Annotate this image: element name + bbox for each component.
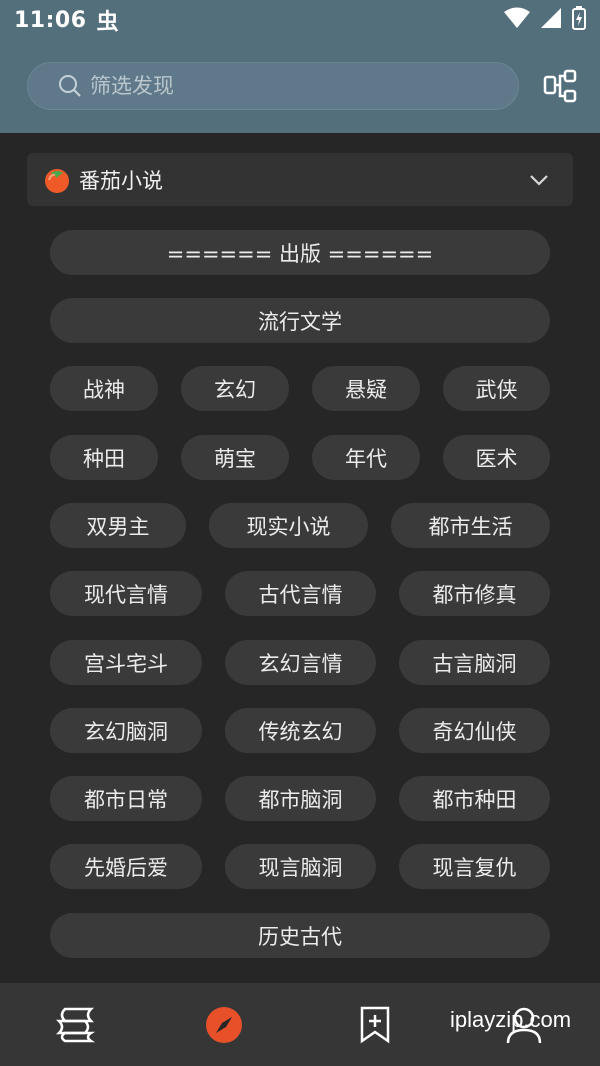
tag-chip[interactable]: 玄幻脑洞 (50, 708, 202, 753)
tag-chip[interactable]: 现言复仇 (399, 844, 550, 889)
nav-bookshelf[interactable] (51, 1003, 99, 1051)
tag-chip[interactable]: 年代 (312, 435, 420, 480)
nav-bookmark[interactable] (351, 1003, 399, 1051)
tag-chip[interactable]: 流行文学 (50, 298, 550, 343)
search-row (0, 60, 600, 114)
tag-chip[interactable]: 都市脑洞 (225, 776, 376, 821)
bookmark-add-icon (359, 1006, 391, 1048)
tag-chip[interactable]: 玄幻言情 (225, 640, 376, 685)
source-selector[interactable]: 番茄小说 (27, 153, 573, 206)
tag-chip[interactable]: 萌宝 (181, 435, 289, 480)
tag-chip[interactable]: 现实小说 (209, 503, 368, 548)
status-time: 11:06 (14, 7, 87, 33)
tag-chip[interactable]: 医术 (443, 435, 550, 480)
battery-charging-icon (572, 6, 586, 34)
status-bar: 11:06 虫 (0, 0, 600, 40)
tag-chip[interactable]: 玄幻 (181, 366, 289, 411)
tag-chip[interactable]: 宫斗宅斗 (50, 640, 202, 685)
source-name: 番茄小说 (79, 168, 163, 193)
tag-chip[interactable]: 传统玄幻 (225, 708, 376, 753)
tag-chip[interactable]: 悬疑 (312, 366, 420, 411)
tag-chip[interactable]: 先婚后爱 (50, 844, 202, 889)
app-screen: 11:06 虫 筛选发现 番茄小说 ====== 出版 ====== 流行文学 … (0, 0, 600, 1066)
nav-explore[interactable] (200, 1003, 248, 1051)
app-notification-icon: 虫 (96, 10, 119, 35)
wifi-icon (504, 7, 530, 33)
tag-chip[interactable]: 都市种田 (399, 776, 550, 821)
tag-chip[interactable]: 历史古代 (50, 913, 550, 958)
signal-icon (540, 7, 562, 33)
search-icon (58, 74, 82, 98)
watermark-text: iplayzip.com (450, 1007, 572, 1032)
bookshelf-icon (55, 1007, 96, 1047)
explore-compass-icon (204, 1005, 244, 1049)
tag-chip[interactable]: ====== 出版 ====== (50, 230, 550, 275)
header: 11:06 虫 (0, 0, 600, 133)
tag-chip[interactable]: 武侠 (443, 366, 550, 411)
tag-chip[interactable]: 古代言情 (225, 571, 376, 616)
tag-chip[interactable]: 古言脑洞 (399, 640, 550, 685)
tag-chip[interactable]: 现代言情 (50, 571, 202, 616)
tag-chip[interactable]: 战神 (50, 366, 158, 411)
search-input[interactable] (90, 74, 470, 98)
tag-chip[interactable]: 现言脑洞 (225, 844, 376, 889)
tag-chip[interactable]: 种田 (50, 435, 158, 480)
tag-chip[interactable]: 都市生活 (391, 503, 550, 548)
tag-chip[interactable]: 都市修真 (399, 571, 550, 616)
chevron-down-icon (527, 168, 551, 192)
filter-tree-icon (543, 69, 577, 107)
tag-chip[interactable]: 奇幻仙侠 (399, 708, 550, 753)
tag-chip[interactable]: 双男主 (50, 503, 186, 548)
tag-chip[interactable]: 都市日常 (50, 776, 202, 821)
search-box[interactable] (27, 62, 519, 110)
tomato-icon (43, 166, 71, 194)
category-filter-button[interactable] (540, 68, 580, 108)
status-icons (504, 6, 586, 34)
bottom-nav: iplayzip.com (0, 983, 600, 1066)
